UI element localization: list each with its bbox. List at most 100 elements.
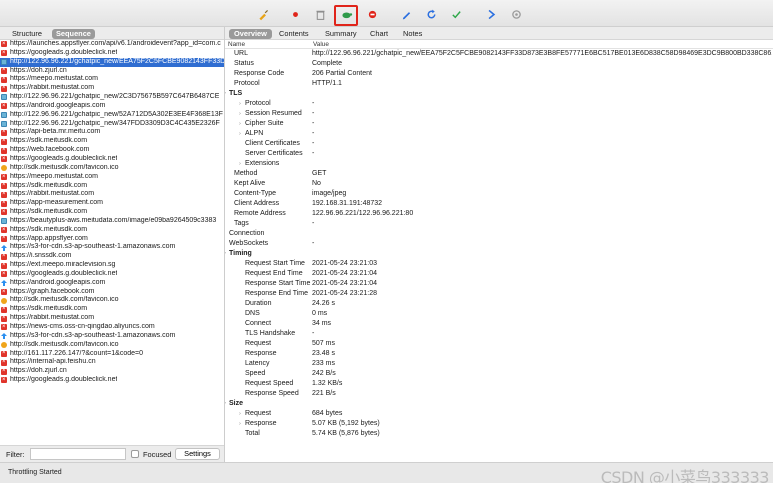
request-row[interactable]: https://app.appsflyer.com <box>0 235 224 244</box>
request-row[interactable]: https://rabbit.meitustat.com <box>0 84 224 93</box>
request-row[interactable]: https://sdk.meitusdk.com <box>0 226 224 235</box>
tab-structure[interactable]: Structure <box>8 29 46 39</box>
request-row[interactable]: https://beautyplus-aws.meitudata.com/ima… <box>0 217 224 226</box>
filter-input[interactable] <box>30 448 126 460</box>
tab-notes[interactable]: Notes <box>398 29 427 39</box>
disclosure-closed-icon[interactable]: › <box>239 99 241 109</box>
request-row[interactable]: https://s3-for-cdn.s3-ap-southeast-1.ama… <box>0 332 224 341</box>
request-row[interactable]: http://161.117.226.147/?&count=1&code=0 <box>0 350 224 359</box>
request-row[interactable]: https://app-measurement.com <box>0 199 224 208</box>
tab-summary[interactable]: Summary <box>320 29 362 39</box>
request-row[interactable]: http://122.96.96.221/gchatpic_new/347FDD… <box>0 120 224 129</box>
disclosure-open-icon[interactable]: ▾ <box>225 89 226 99</box>
disclosure-closed-icon[interactable]: › <box>239 159 241 169</box>
request-row[interactable]: https://api-beta.mr.meitu.com <box>0 128 224 137</box>
overview-row[interactable]: TLS Handshake - <box>225 329 773 339</box>
request-row[interactable]: https://meepo.meitustat.com <box>0 75 224 84</box>
overview-row[interactable]: DNS 0 ms <box>225 309 773 319</box>
overview-row[interactable]: › Response 5.07 KB (5,192 bytes) <box>225 419 773 429</box>
request-row[interactable]: http://sdk.meitusdk.com/favicon.ico <box>0 164 224 173</box>
tab-chart[interactable]: Chart <box>365 29 393 39</box>
request-row[interactable]: https://news-cms.oss-cn-qingdao.aliyuncs… <box>0 323 224 332</box>
overview-row[interactable]: Response Start Time 2021-05-24 23:21:04 <box>225 279 773 289</box>
overview-row[interactable]: Request Speed 1.32 KB/s <box>225 379 773 389</box>
broom-icon[interactable] <box>255 6 271 22</box>
overview-row[interactable]: Response Code 206 Partial Content <box>225 69 773 79</box>
request-row[interactable]: http://122.96.96.221/gchatpic_new/EEA75F… <box>0 57 224 67</box>
overview-row[interactable]: Request End Time 2021-05-24 23:21:04 <box>225 269 773 279</box>
settings-button[interactable]: Settings <box>175 448 220 460</box>
overview-row[interactable]: Response Speed 221 B/s <box>225 389 773 399</box>
overview-row[interactable]: ▾TLS <box>225 89 773 99</box>
disclosure-open-icon[interactable]: ▾ <box>225 249 226 259</box>
overview-row[interactable]: Method GET <box>225 169 773 179</box>
settings-gear-icon[interactable] <box>508 6 524 22</box>
request-row[interactable]: https://meepo.meitustat.com <box>0 173 224 182</box>
request-row[interactable]: https://sdk.meitusdk.com <box>0 182 224 191</box>
overview-row[interactable]: Request Start Time 2021-05-24 23:21:03 <box>225 259 773 269</box>
request-row[interactable]: https://sdk.meitusdk.com <box>0 305 224 314</box>
request-row[interactable]: https://googleads.g.doubleclick.net <box>0 270 224 279</box>
overview-row[interactable]: ›WebSockets- <box>225 239 773 249</box>
overview-row[interactable]: Response 23.48 s <box>225 349 773 359</box>
check-icon[interactable] <box>448 6 464 22</box>
arrow-right-icon[interactable] <box>483 6 499 22</box>
disclosure-closed-icon[interactable]: › <box>239 129 241 139</box>
request-row[interactable]: https://sdk.meitusdk.com <box>0 137 224 146</box>
overview-row[interactable]: Duration 24.26 s <box>225 299 773 309</box>
disclosure-closed-icon[interactable]: › <box>239 119 241 129</box>
focused-checkbox[interactable] <box>131 450 139 458</box>
overview-row[interactable]: Content-Type image/jpeg <box>225 189 773 199</box>
overview-row[interactable]: Client Certificates - <box>225 139 773 149</box>
overview-row[interactable]: Status Complete <box>225 59 773 69</box>
request-row[interactable]: https://doh.zjurl.cn <box>0 67 224 76</box>
overview-row[interactable]: ▾Timing <box>225 249 773 259</box>
request-row[interactable]: https://s3-for-cdn.s3-ap-southeast-1.ama… <box>0 243 224 252</box>
overview-row[interactable]: Speed 242 B/s <box>225 369 773 379</box>
overview-row[interactable]: › ALPN - <box>225 129 773 139</box>
overview-row[interactable]: › Protocol - <box>225 99 773 109</box>
request-row[interactable]: http://122.96.96.221/gchatpic_new/52A712… <box>0 111 224 120</box>
tab-sequence[interactable]: Sequence <box>52 29 95 39</box>
overview-row[interactable]: Total 5.74 KB (5,876 bytes) <box>225 429 773 439</box>
request-row[interactable]: https://android.googleapis.com <box>0 102 224 111</box>
overview-row[interactable]: Client Address 192.168.31.191:48732 <box>225 199 773 209</box>
overview-row[interactable]: Server Certificates - <box>225 149 773 159</box>
request-row[interactable]: https://i.snssdk.com <box>0 252 224 261</box>
name-column-header[interactable]: Name <box>228 40 245 49</box>
request-row[interactable]: https://rabbit.meitustat.com <box>0 190 224 199</box>
request-row[interactable]: https://web.facebook.com <box>0 146 224 155</box>
tab-overview[interactable]: Overview <box>229 29 272 39</box>
overview-row[interactable]: Kept Alive No <box>225 179 773 189</box>
stop-breakpoint-icon[interactable] <box>364 6 380 22</box>
overview-row[interactable]: Latency 233 ms <box>225 359 773 369</box>
request-row[interactable]: https://doh.zjurl.cn <box>0 367 224 376</box>
overview-row[interactable]: › Extensions <box>225 159 773 169</box>
disclosure-closed-icon[interactable]: › <box>239 409 241 419</box>
overview-row[interactable]: › Request 684 bytes <box>225 409 773 419</box>
disclosure-closed-icon[interactable]: › <box>239 419 241 429</box>
record-icon[interactable] <box>287 6 303 22</box>
tab-contents[interactable]: Contents <box>274 29 314 39</box>
overview-row[interactable]: Response End Time 2021-05-24 23:21:28 <box>225 289 773 299</box>
request-row[interactable]: https://ext.meepo.miraclevision.sg <box>0 261 224 270</box>
refresh-icon[interactable] <box>423 6 439 22</box>
request-row[interactable]: http://sdk.meitusdk.com/favicon.ico <box>0 296 224 305</box>
pen-icon[interactable] <box>398 6 414 22</box>
request-row[interactable]: https://internal-api.feishu.cn <box>0 358 224 367</box>
request-row[interactable]: https://android.googleapis.com <box>0 279 224 288</box>
trash-icon[interactable] <box>312 6 328 22</box>
overview-row[interactable]: › Cipher Suite - <box>225 119 773 129</box>
overview-row[interactable]: ›Connection <box>225 229 773 239</box>
value-column-header[interactable]: Value <box>313 40 329 49</box>
overview-row[interactable]: Request 507 ms <box>225 339 773 349</box>
request-row[interactable]: https://googleads.g.doubleclick.net <box>0 155 224 164</box>
request-row[interactable]: https://rabbit.meitustat.com <box>0 314 224 323</box>
request-row[interactable]: https://googleads.g.doubleclick.net <box>0 49 224 58</box>
disclosure-closed-icon[interactable]: › <box>239 109 241 119</box>
overview-row[interactable]: › Session Resumed - <box>225 109 773 119</box>
request-row[interactable]: http://122.96.96.221/gchatpic_new/2C3D75… <box>0 93 224 102</box>
disclosure-open-icon[interactable]: ▾ <box>225 399 226 409</box>
overview-row[interactable]: Connect 34 ms <box>225 319 773 329</box>
overview-row[interactable]: ▾Size <box>225 399 773 409</box>
